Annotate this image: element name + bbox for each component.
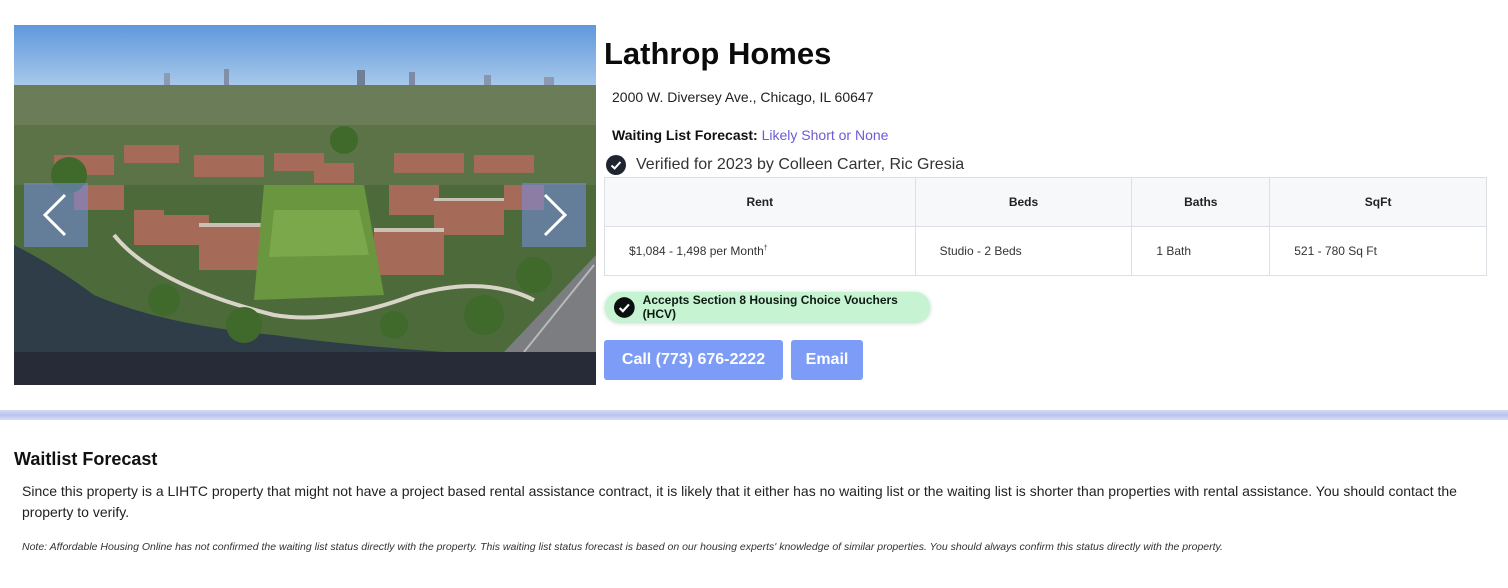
waiting-list-forecast: Waiting List Forecast: Likely Short or N… bbox=[612, 127, 888, 143]
email-button[interactable]: Email bbox=[791, 340, 863, 380]
cell-sqft: 521 - 780 Sq Ft bbox=[1269, 226, 1487, 276]
verified-text: Verified for 2023 by Colleen Carter, Ric… bbox=[636, 156, 965, 173]
property-photo bbox=[14, 25, 596, 352]
header-sqft: SqFt bbox=[1269, 177, 1487, 227]
header-beds: Beds bbox=[914, 177, 1133, 227]
cell-beds: Studio - 2 Beds bbox=[914, 226, 1133, 276]
property-address: 2000 W. Diversey Ave., Chicago, IL 60647 bbox=[612, 89, 874, 105]
photo-carousel[interactable] bbox=[14, 25, 596, 385]
section-divider bbox=[0, 410, 1508, 420]
check-circle-icon bbox=[606, 155, 626, 175]
table-row: $1,084 - 1,498 per Month† Studio - 2 Bed… bbox=[604, 226, 1487, 276]
section8-label: Accepts Section 8 Housing Choice Voucher… bbox=[642, 293, 898, 321]
forecast-link[interactable]: Likely Short or None bbox=[762, 127, 889, 143]
waitlist-note: Note: Affordable Housing Online has not … bbox=[22, 541, 1223, 553]
waitlist-body: Since this property is a LIHTC property … bbox=[22, 483, 1457, 520]
header-rent: Rent bbox=[604, 177, 916, 227]
property-title: Lathrop Homes bbox=[604, 36, 832, 71]
carousel-next-button[interactable] bbox=[522, 183, 586, 247]
call-button[interactable]: Call (773) 676-2222 bbox=[604, 340, 783, 380]
check-circle-icon bbox=[614, 296, 635, 318]
waitlist-title: Waitlist Forecast bbox=[14, 449, 158, 469]
section8-badge: Accepts Section 8 Housing Choice Voucher… bbox=[605, 292, 930, 322]
verified-line: Verified for 2023 by Colleen Carter, Ric… bbox=[606, 155, 964, 175]
cell-rent: $1,084 - 1,498 per Month† bbox=[604, 226, 916, 276]
rent-footnote-mark: † bbox=[763, 245, 768, 252]
header-baths: Baths bbox=[1131, 177, 1271, 227]
cell-baths: 1 Bath bbox=[1131, 226, 1271, 276]
carousel-prev-button[interactable] bbox=[24, 183, 88, 247]
table-header-row: Rent Beds Baths SqFt bbox=[604, 177, 1487, 227]
chevron-right-icon bbox=[543, 193, 568, 237]
carousel-footer bbox=[14, 352, 596, 385]
chevron-left-icon bbox=[42, 193, 67, 237]
unit-table: Rent Beds Baths SqFt $1,084 - 1,498 per … bbox=[604, 177, 1487, 276]
forecast-label: Waiting List Forecast: bbox=[612, 127, 758, 143]
